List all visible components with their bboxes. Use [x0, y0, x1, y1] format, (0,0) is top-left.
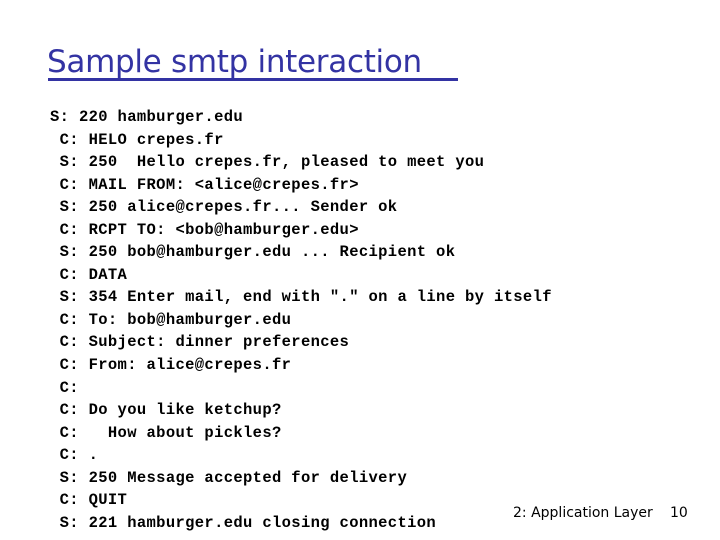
- transcript-line: C: Subject: dinner preferences: [50, 333, 350, 352]
- transcript-line: S: 221 hamburger.edu closing connection: [50, 513, 437, 532]
- transcript-line: S: 220 hamburger.edu: [50, 108, 244, 126]
- transcript-line: C: QUIT: [50, 491, 128, 510]
- transcript-line: C: From: alice@crepes.fr: [50, 356, 292, 375]
- footer-chapter-label: 2: Application Layer: [513, 505, 653, 521]
- transcript-line: C: RCPT TO: <bob@hamburger.edu>: [50, 220, 359, 239]
- transcript-line: C: How about pickles?: [50, 423, 282, 442]
- footer-page-number: 10: [670, 505, 688, 521]
- transcript-line: S: 250 bob@hamburger.edu ... Recipient o…: [50, 243, 456, 262]
- transcript-line: S: 250 Message accepted for delivery: [50, 468, 408, 487]
- transcript-line: S: 250 alice@crepes.fr... Sender ok: [50, 198, 398, 217]
- transcript-line: S: 250 Hello crepes.fr, pleased to meet …: [50, 153, 485, 172]
- transcript-line: C:: [50, 378, 79, 397]
- page-title: Sample smtp interaction: [47, 44, 422, 80]
- title-underline: [48, 78, 458, 81]
- transcript-line: C: Do you like ketchup?: [50, 401, 282, 420]
- transcript-line: C: DATA: [50, 265, 128, 284]
- smtp-transcript: S: 220 hamburger.edu C: HELO crepes.fr S…: [50, 106, 552, 534]
- transcript-line: C: To: bob@hamburger.edu: [50, 310, 292, 329]
- slide-canvas: Sample smtp interaction S: 220 hamburger…: [0, 0, 720, 540]
- transcript-line: C: MAIL FROM: <alice@crepes.fr>: [50, 175, 359, 194]
- transcript-line: C: HELO crepes.fr: [50, 130, 224, 149]
- transcript-line: C: .: [50, 446, 99, 465]
- transcript-line: S: 354 Enter mail, end with "." on a lin…: [50, 288, 552, 307]
